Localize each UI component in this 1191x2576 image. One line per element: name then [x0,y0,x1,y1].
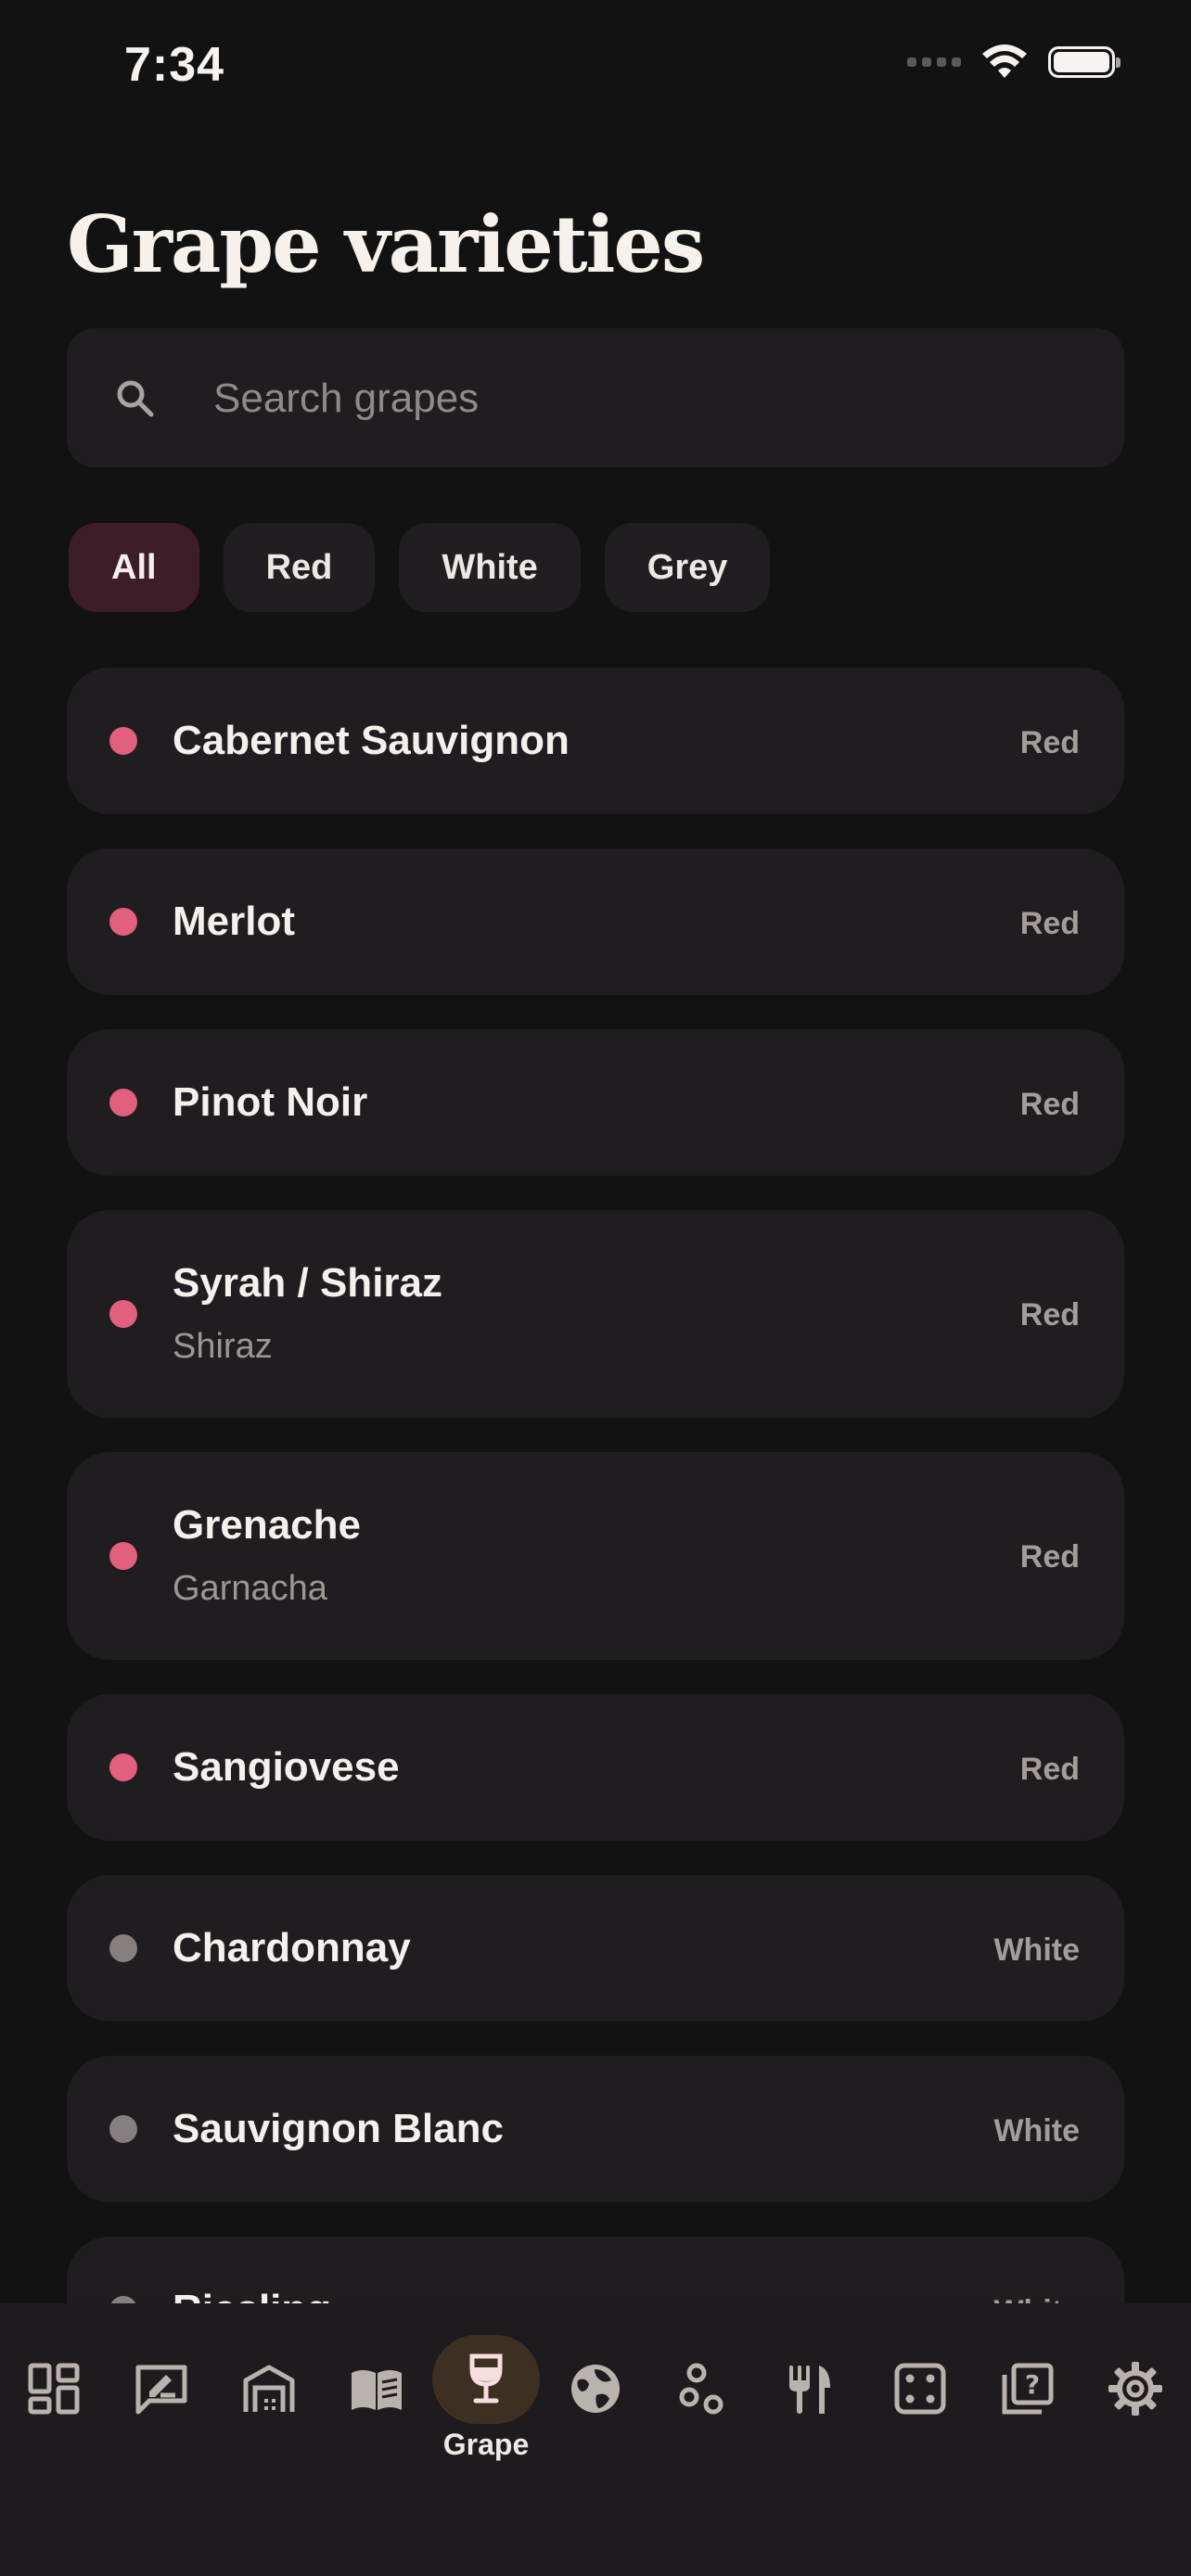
wifi-icon [982,45,1027,78]
battery-icon [1048,46,1121,78]
tab-regions[interactable] [542,2335,649,2442]
grape-alias: Shiraz [173,1327,273,1366]
color-dot [109,1753,137,1781]
filter-chip-red[interactable]: Red [223,523,376,612]
color-dot [109,1300,137,1328]
svg-text:?: ? [1025,2369,1040,2400]
tab-guide[interactable] [323,2335,430,2442]
grape-color-tag: Red [1019,725,1080,760]
color-dot [109,727,137,755]
quiz-icon: ? [1002,2363,1054,2415]
grape-list-item[interactable]: Pinot Noir Red [67,1029,1124,1176]
grape-list-item[interactable]: Syrah / Shiraz Shiraz Red [67,1210,1124,1418]
grape-name: Sauvignon Blanc [173,2106,504,2151]
grape-list-item[interactable]: Sauvignon Blanc White [67,2056,1124,2202]
dashboard-icon [28,2363,80,2415]
grape-color-tag: Red [1019,906,1080,941]
grape-list-item[interactable]: Cabernet Sauvignon Red [67,668,1124,814]
globe-icon [571,2365,620,2413]
wine-glass-icon [469,2353,503,2404]
grape-name: Cabernet Sauvignon [173,718,570,763]
tab-quiz[interactable]: ? [974,2335,1082,2442]
guide-book-icon [352,2370,402,2410]
settings-icon [1108,2362,1162,2416]
color-dot [109,2115,137,2143]
grape-color-tag: White [993,2113,1080,2149]
tab-cellar[interactable] [215,2335,323,2442]
search-input[interactable] [211,328,1087,469]
tab-pairing[interactable] [649,2335,757,2442]
grape-color-tag: Red [1019,1752,1080,1787]
grape-list: Cabernet Sauvignon Red Merlot Red Pinot … [67,668,1124,2417]
grape-name: Merlot [173,899,295,944]
bottom-tab-bar: Grape ? [0,2303,1191,2576]
grape-list-item[interactable]: Sangiovese Red [67,1694,1124,1841]
tab-tasting-notes[interactable] [108,2335,215,2442]
color-dot [109,908,137,936]
page-title: Grape varieties [67,198,705,290]
tab-food[interactable] [757,2335,864,2442]
grape-list-item[interactable]: Merlot Red [67,848,1124,995]
grape-name: Sangiovese [173,1744,400,1790]
cellar-icon [243,2365,295,2412]
grape-alias: Garnacha [173,1569,327,1608]
tab-random[interactable] [866,2335,974,2442]
status-bar: 7:34 [0,0,1191,139]
grape-name: Chardonnay [173,1925,411,1970]
tasting-notes-icon [135,2365,187,2415]
cellular-signal-icon [907,57,961,67]
grape-color-tag: Red [1019,1297,1080,1333]
grape-color-tag: Red [1019,1087,1080,1122]
grape-name: Syrah / Shiraz [173,1260,443,1306]
color-dot [109,1089,137,1116]
grape-name: Grenache [173,1502,361,1548]
status-time: 7:34 [124,38,225,92]
pairing-icon [679,2363,724,2415]
filter-chip-all[interactable]: All [69,523,199,612]
grape-color-tag: White [993,1932,1080,1968]
search-icon [117,380,154,417]
tab-settings[interactable] [1082,2335,1189,2442]
status-icons [907,45,1121,80]
filter-chip-grey[interactable]: Grey [604,523,771,612]
dice-icon [894,2363,946,2415]
filter-chip-white[interactable]: White [399,523,581,612]
grape-list-item[interactable]: Chardonnay White [67,1875,1124,2021]
tab-grape[interactable] [432,2335,540,2442]
search-bar[interactable] [67,328,1124,469]
grape-name: Pinot Noir [173,1079,368,1125]
food-icon [789,2366,830,2414]
grape-color-tag: Red [1019,1539,1080,1575]
grape-list-item[interactable]: Grenache Garnacha Red [67,1452,1124,1660]
color-dot [109,1934,137,1962]
filter-chips: All Red White Grey [69,523,771,612]
tab-dashboard[interactable] [0,2335,108,2442]
color-dot [109,1542,137,1570]
